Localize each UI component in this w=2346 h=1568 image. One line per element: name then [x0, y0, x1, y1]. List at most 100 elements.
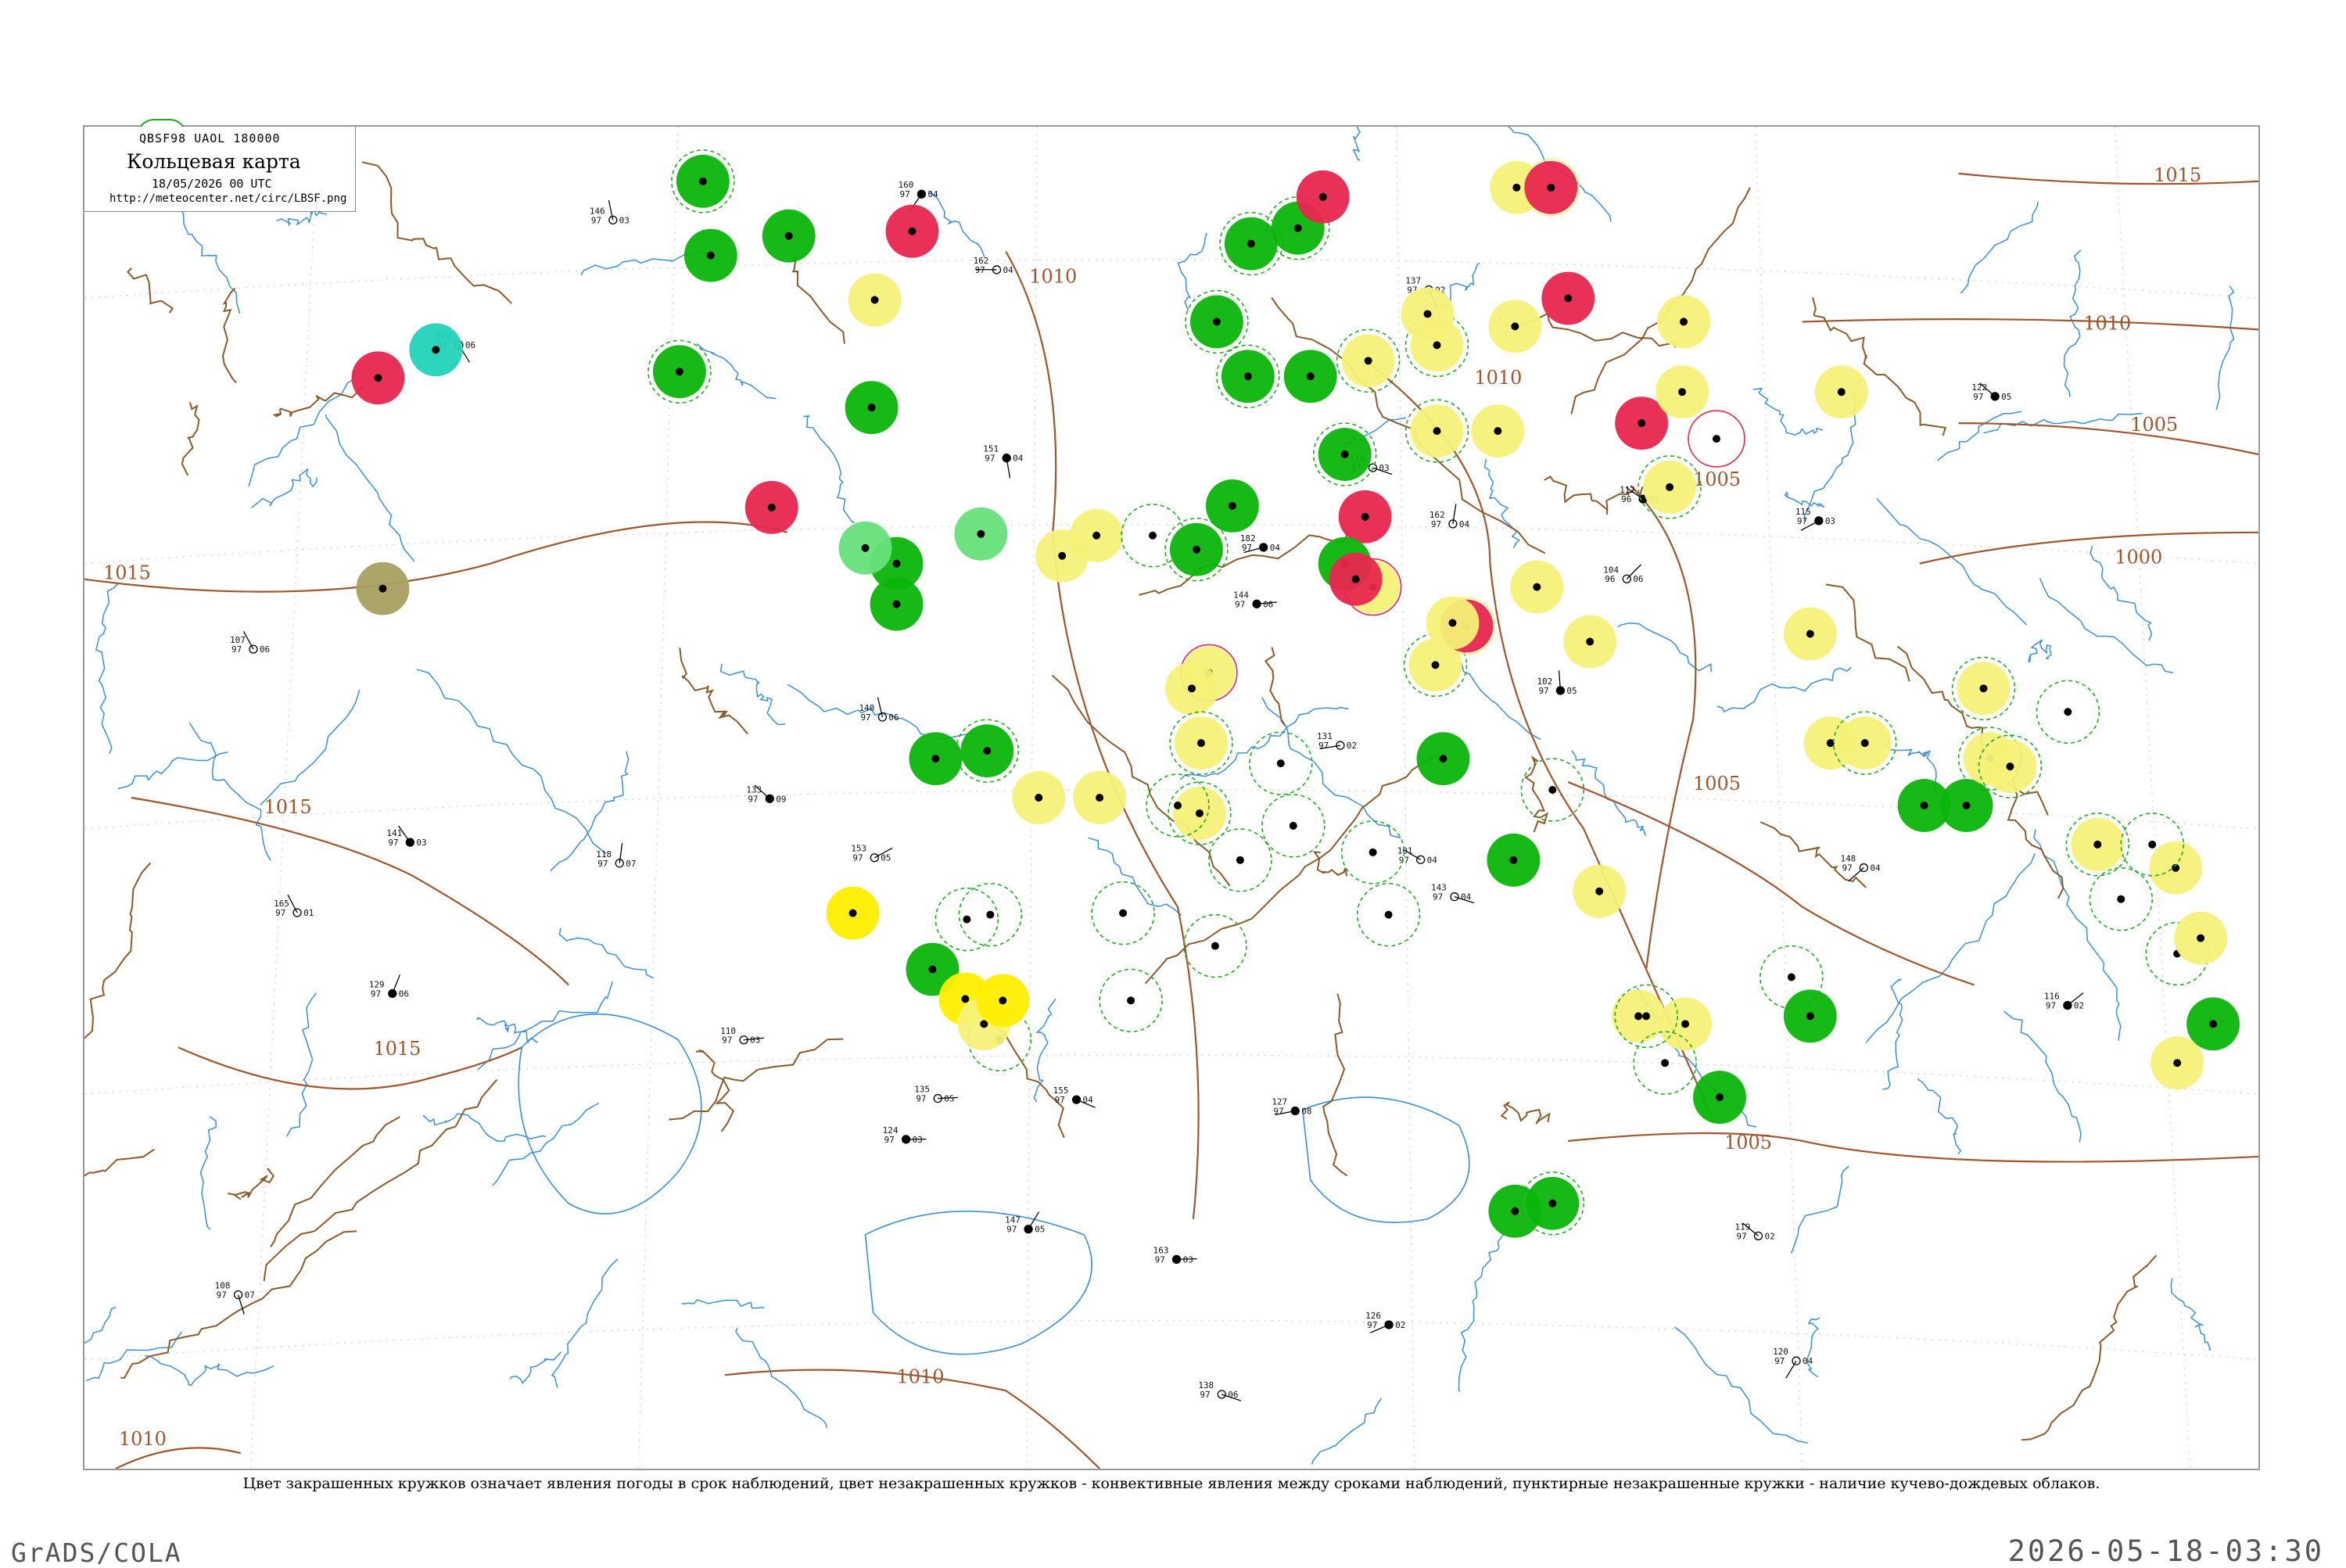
- station-dewpoint: 04: [1803, 1356, 1813, 1366]
- river: [1089, 838, 1182, 915]
- station-plot: 1279708: [1272, 1096, 1311, 1116]
- graticule-line: [84, 1320, 2258, 1359]
- station-dewpoint: 05: [881, 853, 891, 863]
- station-dewpoint: 06: [1228, 1390, 1238, 1400]
- station-plot: 1319702: [1317, 731, 1357, 751]
- station-cloud-icon: [977, 530, 985, 538]
- isobar-line: [1630, 486, 1695, 970]
- station-pressure: 97: [1055, 1095, 1065, 1105]
- weather-marker: [1165, 662, 1218, 715]
- station-dewpoint: 04: [1013, 454, 1024, 464]
- border-line: [127, 268, 172, 313]
- station-plot: 1299706: [369, 974, 409, 999]
- isobar-label: 1010: [2083, 312, 2131, 334]
- station-plot: 1519704: [983, 444, 1024, 479]
- station-cloud-icon: [2173, 1059, 2181, 1067]
- station-cloud-icon: [1213, 318, 1221, 325]
- map-url: http://meteocenter.net/circ/LBSF.png: [109, 192, 346, 205]
- river: [478, 981, 613, 1070]
- weather-marker: [1953, 657, 2015, 719]
- station-cloud-icon: [868, 404, 876, 411]
- station-dewpoint: 03: [416, 838, 426, 848]
- station-dewpoint: 04: [1461, 892, 1472, 902]
- weather-marker: [1655, 365, 1709, 418]
- weather-marker: [1638, 456, 1701, 518]
- weather-marker: [1815, 365, 1868, 418]
- station-cloud-icon: [1211, 942, 1219, 950]
- station-cloud-icon: [1244, 372, 1252, 380]
- weather-marker: [1329, 553, 1383, 606]
- station-cloud-icon: [1188, 684, 1196, 692]
- station-cloud-icon: [849, 910, 857, 917]
- station-dewpoint: 05: [944, 1094, 954, 1104]
- weather-marker: [1401, 288, 1455, 341]
- isobar-line: [116, 1448, 241, 1469]
- station-pressure: 97: [884, 1135, 895, 1145]
- station-dewpoint: 04: [1270, 543, 1281, 553]
- river: [1618, 623, 1712, 673]
- river: [118, 752, 228, 789]
- weather-marker: [935, 888, 998, 951]
- station-cloud-icon: [1533, 583, 1541, 591]
- coastline: [1303, 1097, 1469, 1222]
- weather-marker: [2149, 841, 2202, 895]
- river: [249, 372, 356, 486]
- isobar-label: 1005: [1693, 468, 1741, 490]
- station-plot: 1439704: [1431, 883, 1474, 903]
- weather-marker: [848, 274, 902, 327]
- river: [260, 690, 360, 806]
- station-pressure: 97: [1367, 1320, 1377, 1330]
- river: [1178, 233, 1207, 310]
- station-plot: 1089707: [215, 1281, 255, 1315]
- station-dewpoint: 06: [465, 340, 475, 350]
- station-cloud-icon: [1229, 502, 1236, 510]
- weather-marker: [1487, 834, 1540, 887]
- station-cloud-icon: [1196, 809, 1203, 817]
- station-cloud-icon: [1127, 996, 1135, 1004]
- weather-marker: [839, 522, 892, 575]
- isobar-label: 1005: [1693, 773, 1741, 795]
- weather-marker: [1510, 561, 1563, 614]
- station-cloud-icon: [1642, 1012, 1650, 1020]
- station-plot: 1079706: [230, 631, 270, 655]
- weather-marker: [1488, 300, 1541, 353]
- weather-marker: [1012, 771, 1065, 824]
- river: [682, 1300, 765, 1308]
- river: [2064, 250, 2081, 397]
- weather-marker: [1784, 989, 1837, 1042]
- station-cloud-icon: [707, 252, 715, 260]
- weather-marker: [745, 481, 798, 534]
- river: [1882, 979, 1902, 1089]
- river: [1262, 697, 1401, 838]
- river: [1753, 389, 1824, 435]
- station-cloud-icon: [963, 916, 970, 924]
- river: [1674, 1327, 1807, 1443]
- weather-marker: [1262, 795, 1325, 857]
- map-title: Кольцевая карта: [127, 150, 301, 173]
- station-cloud-icon: [768, 504, 776, 511]
- station-dewpoint: 06: [1263, 599, 1273, 609]
- graticule-line: [1756, 127, 1803, 1469]
- station-plot: 1159703: [1795, 507, 1835, 530]
- station-plot: 1359705: [914, 1085, 958, 1104]
- weather-marker: [1406, 400, 1469, 462]
- station-pressure: 97: [1797, 516, 1807, 526]
- station-plot: 1199702: [1735, 1222, 1775, 1241]
- station-plot: 1629704: [1429, 504, 1470, 529]
- generation-timestamp: 2026-05-18-03:30: [2008, 1534, 2324, 1568]
- station-cloud-icon: [1980, 684, 1988, 692]
- station-cloud-icon: [1193, 546, 1200, 554]
- station-cloud-icon: [1352, 576, 1360, 583]
- station-cloud-icon: [1174, 802, 1182, 809]
- station-pressure: 97: [985, 454, 995, 464]
- coastline: [518, 1014, 701, 1214]
- weather-marker: [1217, 345, 1279, 407]
- weather-marker: [2066, 813, 2129, 876]
- station-cloud-icon: [893, 560, 901, 568]
- river: [1453, 662, 1540, 740]
- river: [168, 206, 240, 314]
- border-line: [792, 257, 845, 344]
- station-cloud-icon: [1595, 888, 1603, 895]
- river: [252, 469, 317, 508]
- isobar-line: [178, 1047, 522, 1089]
